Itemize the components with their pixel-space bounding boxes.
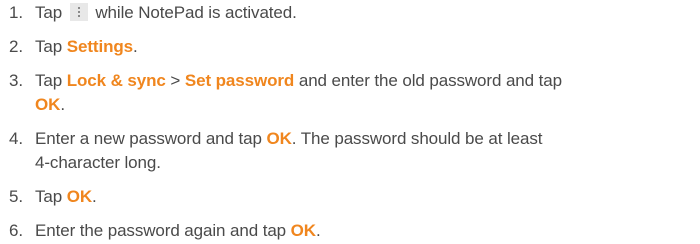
step-number: 1.: [9, 3, 23, 22]
step-text: Enter the password again and tap OK.: [35, 221, 321, 240]
step-number: 4.: [9, 129, 23, 148]
step-text: Tap Settings.: [35, 37, 138, 56]
step-text: Tap while NotePad is activated.: [35, 3, 297, 22]
step-number: 3.: [9, 71, 23, 90]
step-text: Tap OK.: [35, 187, 97, 206]
lock-sync-label: Lock & sync: [66, 71, 166, 90]
step-number: 5.: [9, 187, 23, 206]
ok-label: OK: [35, 95, 61, 114]
step-text: Enter a new password and tap OK. The pas…: [35, 129, 543, 172]
set-password-label: Set password: [184, 71, 295, 90]
ok-label: OK: [266, 129, 292, 148]
ok-label: OK: [290, 221, 316, 240]
vertical-ellipsis-menu-icon: [69, 3, 88, 21]
step-text: Tap Lock & sync > Set password and enter…: [35, 71, 562, 114]
ok-label: OK: [66, 187, 93, 206]
step-number: 6.: [9, 221, 23, 240]
settings-label: Settings: [66, 37, 133, 56]
step-number: 2.: [9, 37, 23, 56]
